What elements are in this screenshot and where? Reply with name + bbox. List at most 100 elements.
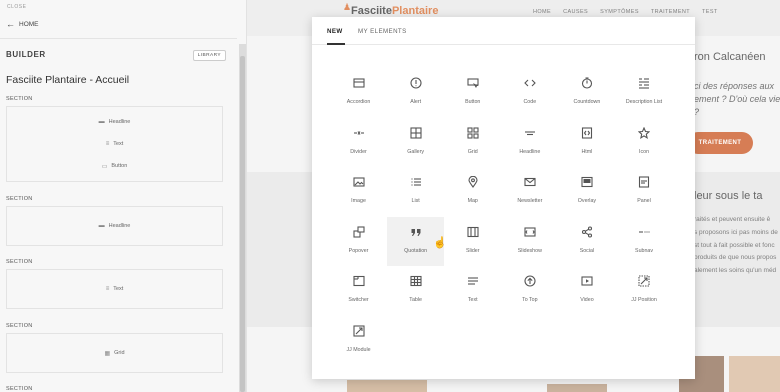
element-tile-html[interactable]: Html [558,118,615,168]
share-icon [581,217,593,243]
quotation-icon [410,217,422,243]
element-tile-jj-module[interactable]: JJ Module [330,316,387,366]
element-tile-image[interactable]: Image [330,167,387,217]
scrollbar-thumb[interactable] [240,56,245,392]
element-tile-label: JJ Position [631,297,657,303]
button-icon: ▭ [101,163,108,170]
section-5[interactable]: SECTION [6,386,223,392]
section-label: SECTION [6,259,33,265]
alert-icon [410,68,422,94]
element-tile-label: JJ Module [346,346,371,353]
section-box: ▬ Headline [6,206,223,246]
element-tile-popover[interactable]: Popover [330,217,387,267]
text-icon: ≡ [105,286,110,292]
app-window: CLOSE ← HOME BUILDER LIBRARY Fasciite Pl… [0,0,780,392]
arrow-left-icon: ← [6,19,15,29]
element-tile-panel[interactable]: Panel [615,167,672,217]
builder-panel: CLOSE ← HOME BUILDER LIBRARY Fasciite Pl… [0,0,247,392]
element-tile-social[interactable]: Social [558,217,615,267]
element-tile-quotation[interactable]: Quotation [387,216,445,266]
element-tile-grid[interactable]: Grid [444,118,501,168]
section-element-headline[interactable]: ▬ Headline [7,215,222,237]
builder-title: BUILDER [6,50,46,59]
element-tile-slider[interactable]: Slider [444,217,501,267]
grid-icon: ▦ [104,350,111,357]
list-icon [410,167,422,193]
element-tile-jj-position[interactable]: JJ Position [615,266,672,316]
element-tile-map[interactable]: Map [444,167,501,217]
accordion-icon [352,68,365,94]
panel-icon [638,167,650,193]
element-tile-label: Video [580,297,594,303]
section-label: SECTION [6,386,33,392]
divider [0,38,237,39]
element-tile-subnav[interactable]: Subnav [615,217,672,267]
element-tile-label: Button [465,99,481,105]
section-element-button[interactable]: ▭ Button [7,155,222,177]
panel-scrollbar[interactable] [239,44,246,392]
home-label: HOME [19,21,39,28]
section-element-headline[interactable]: ▬ Headline [7,111,222,133]
element-tile-gallery[interactable]: Gallery [387,118,444,168]
element-tile-label: Icon [639,148,650,155]
element-tile-label: Divider [350,148,367,155]
section-label: SECTION [6,96,33,102]
element-label: Text [113,141,124,147]
element-tile-icon[interactable]: Icon [615,118,672,168]
html-icon [581,118,593,144]
element-tile-label: Grid [467,148,478,155]
element-tile-countdown[interactable]: Countdown [558,68,615,118]
element-tile-newsletter[interactable]: Newsletter [501,167,558,217]
element-label: Text [113,286,124,292]
element-tile-code[interactable]: Code [501,68,558,118]
image-icon [352,167,365,193]
module-icon [352,316,365,342]
description-list-icon [638,68,650,94]
section-element-grid[interactable]: ▦ Grid [7,342,222,364]
element-tile-label: List [411,198,420,204]
section-4[interactable]: SECTION ▦ Grid [6,323,223,373]
section-2[interactable]: SECTION ▬ Headline [6,196,223,246]
element-tile-video[interactable]: Video [558,266,615,316]
element-picker-modal: NEW MY ELEMENTS Accordion Alert Button Code… [312,17,695,379]
modal-tabs: NEW MY ELEMENTS [312,17,695,45]
code-icon [524,68,536,94]
element-tile-label: Slider [465,247,480,254]
library-button[interactable]: LIBRARY [192,50,226,61]
element-tile-description-list[interactable]: Description List [615,68,672,118]
section-element-text[interactable]: ≡ Text [7,278,222,300]
tab-my-elements[interactable]: MY ELEMENTS [358,28,407,35]
element-tile-text[interactable]: Text [444,266,501,316]
section-box: ≡ Text [6,269,223,309]
element-tile-label: Html [581,148,593,155]
section-1[interactable]: SECTION ▬ Headline ≡ Text ▭ Button [6,96,223,182]
element-tile-label: Alert [410,99,422,105]
element-tile-label: Map [467,198,478,204]
element-tile-table[interactable]: Table [387,266,444,316]
element-tile-accordion[interactable]: Accordion [330,68,387,118]
overlay-icon [581,167,593,193]
element-tile-list[interactable]: List [387,167,444,217]
element-tile-label: Popover [348,247,369,254]
close-link[interactable]: CLOSE [7,4,26,10]
element-tile-overlay[interactable]: Overlay [558,167,615,217]
element-label: Headline [108,119,131,125]
page-title: Fasciite Plantaire - Accueil [6,74,130,86]
tab-new[interactable]: NEW [327,28,343,35]
section-element-text[interactable]: ≡ Text [7,133,222,155]
section-3[interactable]: SECTION ≡ Text [6,259,223,309]
element-tile-button[interactable]: Button [444,68,501,118]
element-tile-headline[interactable]: Headline [501,118,558,168]
element-tile-label: Switcher [348,297,369,303]
element-tile-label: Newsletter [517,198,543,204]
element-tile-divider[interactable]: Divider [330,118,387,168]
headline-icon: ▬ [98,223,105,229]
element-tile-alert[interactable]: Alert [387,68,444,118]
element-grid: Accordion Alert Button Code Countdown Descrip… [330,68,685,365]
envelope-icon [524,167,536,193]
element-tile-slideshow[interactable]: Slideshow [501,217,558,267]
element-tile-switcher[interactable]: Switcher [330,266,387,316]
home-link[interactable]: ← HOME [6,20,39,29]
element-tile-to-top[interactable]: To Top [501,266,558,316]
element-tile-label: Table [409,297,422,303]
